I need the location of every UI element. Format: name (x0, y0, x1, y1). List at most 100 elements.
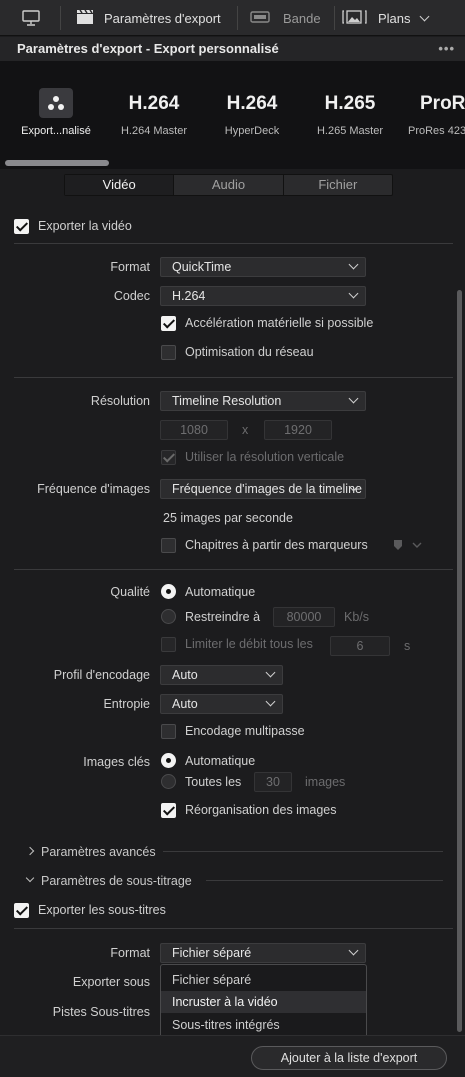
reorder-checkbox[interactable] (161, 803, 176, 818)
subtitle-tracks-label: Pistes Sous-titres (52, 1005, 150, 1019)
settings-tabs: Vidéo Audio Fichier (64, 174, 393, 196)
preset-hyperdeck[interactable]: H.264 HyperDeck (204, 61, 300, 169)
subtitle-settings-header[interactable]: Paramètres de sous-titrage (41, 874, 192, 888)
export-subtitles-label: Exporter les sous-titres (38, 903, 166, 917)
tab-audio[interactable]: Audio (174, 175, 284, 195)
hw-accel-checkbox[interactable] (161, 316, 176, 331)
preset-label: H.265 Master (316, 125, 384, 137)
preset-codec: ProRe (420, 93, 465, 114)
subtitle-format-value: Fichier séparé (172, 946, 252, 960)
entropy-value: Auto (172, 697, 198, 711)
divider (14, 569, 453, 570)
subtitle-format-select[interactable]: Fichier séparé (160, 943, 366, 963)
quality-label: Qualité (110, 585, 150, 599)
vertical-res-checkbox[interactable] (161, 450, 176, 465)
limit-rate-label: Limiter le débit tous les (185, 637, 313, 651)
divider (206, 880, 443, 881)
chevron-down-icon[interactable] (25, 873, 35, 883)
res-separator: x (242, 423, 249, 437)
export-subtitles-checkbox[interactable] (14, 903, 29, 918)
divider (14, 928, 453, 929)
keyframes-auto-radio[interactable] (161, 753, 176, 768)
divider (163, 851, 443, 852)
profile-select[interactable]: Auto (160, 665, 283, 685)
chevron-down-icon (419, 11, 429, 21)
keyframes-input[interactable]: 30 (254, 772, 292, 792)
fps-text: 25 images par seconde (163, 511, 293, 525)
preset-custom[interactable]: Export...nalisé (10, 61, 102, 169)
multipass-checkbox[interactable] (161, 724, 176, 739)
codec-select[interactable]: H.264 (160, 286, 366, 306)
export-as-label: Exporter sous (72, 975, 150, 989)
panel-title: Paramètres d'export - Export personnalis… (17, 41, 279, 56)
preset-codec: H.264 (128, 93, 180, 114)
preset-codec: H.264 (226, 93, 278, 114)
tape-icon (250, 10, 270, 26)
tab-file[interactable]: Fichier (284, 175, 392, 195)
entropy-select[interactable]: Auto (160, 694, 283, 714)
bitrate-unit: Kb/s (344, 610, 370, 624)
multipass-label: Encodage multipasse (185, 724, 305, 738)
add-to-render-queue-button[interactable]: Ajouter à la liste d'export (251, 1046, 447, 1070)
chevron-right-icon[interactable] (25, 846, 35, 856)
keyframes-every-radio[interactable] (161, 774, 176, 789)
render-settings-tab[interactable]: Paramètres d'export (76, 0, 221, 36)
chapters-checkbox[interactable] (161, 538, 176, 553)
format-select[interactable]: QuickTime (160, 257, 366, 277)
reorder-label: Réorganisation des images (185, 803, 337, 817)
width-input[interactable]: 1080 (160, 420, 228, 440)
clips-tab[interactable]: Plans (342, 0, 429, 36)
dropdown-option-embedded[interactable]: Sous-titres intégrés (161, 1014, 366, 1036)
resolve-logo-icon (39, 88, 73, 118)
preset-codec: H.265 (324, 93, 376, 114)
entropy-label: Entropie (103, 697, 150, 711)
tape-label: Bande (283, 10, 321, 26)
keyframes-unit: images (305, 775, 346, 789)
net-opt-checkbox[interactable] (161, 345, 176, 360)
codec-value: H.264 (172, 289, 206, 303)
fps-label: Fréquence d'images (37, 482, 150, 496)
export-video-checkbox[interactable] (14, 219, 29, 234)
height-input[interactable]: 1920 (264, 420, 332, 440)
vertical-scrollbar[interactable] (457, 290, 462, 1032)
hw-accel-label: Accélération matérielle si possible (185, 316, 374, 330)
monitor-icon[interactable] (22, 0, 40, 36)
fps-select[interactable]: Fréquence d'images de la timeline (160, 479, 366, 499)
dropdown-option-separate-file[interactable]: Fichier séparé (161, 969, 366, 991)
more-options-icon[interactable]: ••• (438, 37, 455, 61)
advanced-settings-header[interactable]: Paramètres avancés (41, 845, 156, 859)
clapper-icon (76, 9, 94, 28)
profile-value: Auto (172, 668, 198, 682)
bitrate-input[interactable]: 80000 (273, 607, 335, 627)
dropdown-option-burn-in[interactable]: Incruster à la vidéo (161, 991, 366, 1013)
net-opt-label: Optimisation du réseau (185, 345, 314, 359)
format-value: QuickTime (172, 260, 232, 274)
keyframes-auto-label: Automatique (185, 754, 256, 768)
marker-icon[interactable] (393, 539, 423, 554)
divider (14, 377, 453, 378)
quality-restrict-radio[interactable] (161, 609, 176, 624)
subtitle-format-label: Format (110, 946, 150, 960)
resolution-value: Timeline Resolution (172, 394, 282, 408)
keyframes-label: Images clés (83, 755, 150, 769)
toolbar-separator (237, 6, 238, 30)
limit-rate-input[interactable]: 6 (330, 636, 390, 656)
quality-auto-radio[interactable] (161, 584, 176, 599)
format-label: Format (110, 260, 150, 274)
preset-label: HyperDeck (224, 125, 280, 137)
preset-h265-master[interactable]: H.265 H.265 Master (302, 61, 398, 169)
tape-tab[interactable]: Bande (250, 0, 321, 36)
toolbar-separator (60, 6, 61, 30)
limit-rate-checkbox[interactable] (161, 637, 176, 652)
preset-strip: Export...nalisé H.264 H.264 Master H.264… (0, 61, 465, 169)
tab-video[interactable]: Vidéo (65, 175, 175, 195)
quality-restrict-label: Restreindre à (185, 610, 261, 624)
render-settings-label: Paramètres d'export (104, 10, 221, 26)
divider (14, 243, 453, 244)
horizontal-scrollbar[interactable] (5, 160, 109, 166)
preset-prores[interactable]: ProRe ProRes 423 (404, 61, 465, 169)
resolution-label: Résolution (90, 394, 150, 408)
resolution-select[interactable]: Timeline Resolution (160, 391, 366, 411)
toolbar-separator (334, 6, 335, 30)
preset-h264-master[interactable]: H.264 H.264 Master (106, 61, 202, 169)
